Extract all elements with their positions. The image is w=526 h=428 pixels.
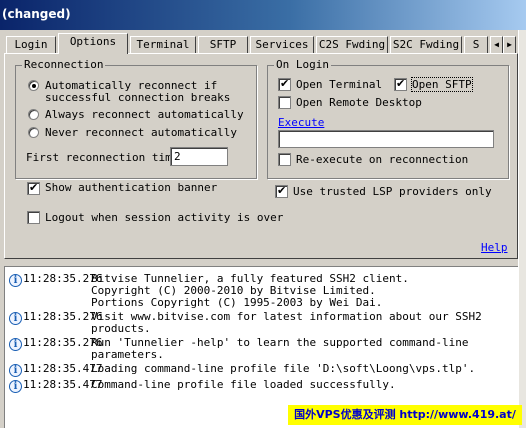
execute-link[interactable]: Execute [278, 116, 324, 129]
info-icon: i [9, 380, 22, 393]
open-sftp-label: Open SFTP [411, 77, 473, 92]
re-execute-label: Re-execute on reconnection [296, 153, 469, 166]
tab-scroll-left-icon[interactable]: ◀ [490, 36, 503, 53]
log-time: 11:28:35.276 [23, 336, 103, 349]
open-terminal-option[interactable]: Open Terminal [278, 77, 383, 91]
watermark-banner: 国外VPS优惠及评测 http://www.419.at/ [288, 405, 522, 425]
info-icon: i [9, 338, 22, 351]
re-execute-checkbox[interactable] [278, 153, 291, 166]
log-message: products. [91, 322, 151, 335]
log-time: 11:28:35.276 [23, 310, 103, 323]
never-reconnect-radio[interactable] [28, 127, 39, 138]
never-reconnect-label: Never reconnect automatically [45, 126, 238, 139]
trusted-lsp-checkbox[interactable] [275, 184, 288, 198]
reconnection-group: Reconnection Automatically reconnect if … [15, 58, 257, 179]
log-panel[interactable]: i 11:28:35.276 Bitvise Tunnelier, a full… [4, 266, 522, 428]
auto-reconnect-label-2: successful connection breaks [45, 91, 231, 104]
open-sftp-option[interactable]: Open SFTP [394, 77, 473, 92]
on-login-legend: On Login [274, 58, 331, 71]
open-sftp-checkbox[interactable] [394, 77, 407, 91]
window-title: (changed) [2, 7, 71, 21]
open-remote-desktop-checkbox[interactable] [278, 96, 291, 109]
log-time: 11:28:35.477 [23, 378, 103, 391]
tab-services[interactable]: Services [250, 36, 314, 53]
log-message: Portions Copyright (C) 1995-2003 by Wei … [91, 296, 383, 309]
trusted-lsp-label: Use trusted LSP providers only [293, 185, 492, 198]
tab-options[interactable]: Options [58, 33, 128, 54]
info-icon: i [9, 274, 22, 287]
options-panel: Reconnection Automatically reconnect if … [4, 53, 518, 259]
tab-login[interactable]: Login [6, 36, 56, 53]
info-icon: i [9, 364, 22, 377]
log-message: Loading command-line profile file 'D:\so… [91, 362, 476, 375]
tab-more[interactable]: S [464, 36, 488, 53]
logout-idle-checkbox[interactable] [27, 211, 40, 224]
auto-reconnect-radio[interactable] [28, 80, 39, 91]
open-remote-desktop-label: Open Remote Desktop [296, 96, 422, 109]
always-reconnect-radio[interactable] [28, 109, 39, 120]
re-execute-option[interactable]: Re-execute on reconnection [278, 153, 468, 166]
tab-s2c-fwding[interactable]: S2C Fwding [390, 36, 462, 53]
open-terminal-checkbox[interactable] [278, 77, 291, 91]
log-entry: i 11:28:35.276 Visit www.bitvise.com for… [9, 311, 482, 335]
show-banner-option[interactable]: Show authentication banner automatically [27, 181, 217, 195]
log-entry: i 11:28:35.276 Run 'Tunnelier -help' to … [9, 337, 469, 361]
log-entry: i 11:28:35.477 Command-line profile file… [9, 379, 396, 393]
trusted-lsp-option[interactable]: Use trusted LSP providers only [275, 184, 492, 198]
window-scrollbar[interactable] [518, 30, 526, 428]
logout-idle-label: Logout when session activity is over [45, 211, 284, 224]
log-entry: i 11:28:35.477 Loading command-line prof… [9, 363, 475, 377]
always-reconnect-option[interactable]: Always reconnect automatically [28, 108, 244, 121]
log-message: parameters. [91, 348, 164, 361]
on-login-group: On Login Open Terminal Open SFTP Open Re… [267, 58, 509, 179]
show-banner-checkbox[interactable] [27, 181, 40, 195]
open-terminal-label: Open Terminal [296, 78, 383, 91]
open-remote-desktop-option[interactable]: Open Remote Desktop [278, 96, 422, 109]
first-reconnection-input[interactable]: 2 [170, 147, 228, 166]
tab-c2s-fwding[interactable]: C2S Fwding [316, 36, 388, 53]
info-icon: i [9, 312, 22, 325]
tab-strip: Login Options Terminal SFTP Services C2S… [4, 33, 518, 54]
tab-sftp[interactable]: SFTP [198, 36, 248, 53]
first-reconnection-label: First reconnection tim [26, 151, 172, 164]
logout-idle-option[interactable]: Logout when session activity is over [27, 211, 283, 224]
log-message: Command-line profile file loaded success… [91, 378, 396, 391]
reconnection-legend: Reconnection [22, 58, 106, 71]
never-reconnect-option[interactable]: Never reconnect automatically [28, 126, 237, 139]
log-entry: i 11:28:35.276 Bitvise Tunnelier, a full… [9, 273, 409, 309]
execute-input[interactable] [278, 130, 494, 148]
always-reconnect-label: Always reconnect automatically [45, 108, 244, 121]
log-time: 11:28:35.477 [23, 362, 103, 375]
help-link[interactable]: Help [481, 241, 508, 254]
log-time: 11:28:35.276 [23, 272, 103, 285]
title-bar: (changed) [0, 0, 526, 30]
tab-terminal[interactable]: Terminal [130, 36, 196, 53]
tab-scroll-right-icon[interactable]: ▶ [503, 36, 516, 53]
